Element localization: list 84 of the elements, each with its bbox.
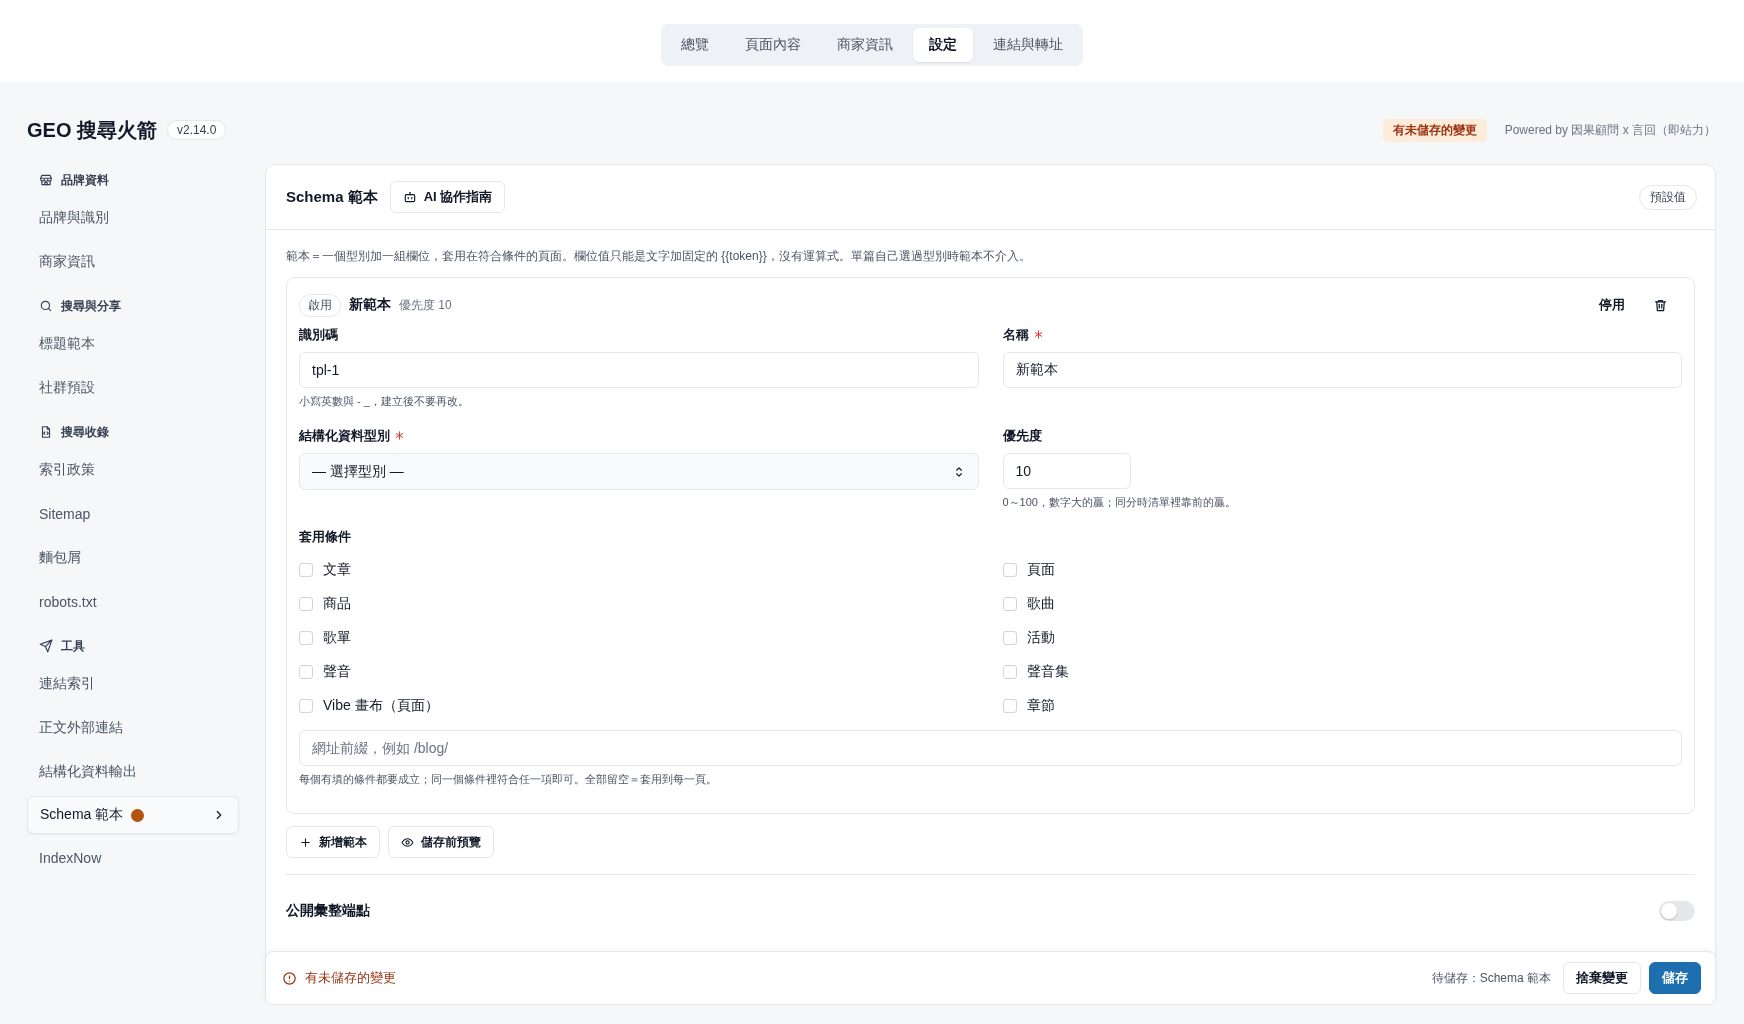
field-hint: 0～100，數字大的贏；同分時清單裡靠前的贏。 <box>1002 495 1237 510</box>
field-label: 優先度 <box>1002 427 1043 445</box>
unsaved-dot <box>131 808 145 822</box>
checkbox[interactable] <box>1002 665 1017 679</box>
sidebar-item[interactable]: 品牌與識別 <box>27 198 239 238</box>
disable-button[interactable]: 停用 <box>1591 292 1633 318</box>
nav-tab[interactable]: 總覽 <box>665 28 725 62</box>
sidebar-item[interactable]: 社群預設 <box>27 368 239 408</box>
checkbox[interactable] <box>1002 631 1017 645</box>
field-hint: 每個有填的條件都要成立；同一個條件裡符合任一項即可。全部留空＝套用到每一頁。 <box>299 772 718 787</box>
section-heading: 工具 <box>61 637 85 655</box>
discard-button[interactable]: 捨棄變更 <box>1563 962 1641 994</box>
code-file-icon <box>39 425 53 439</box>
sidebar-item[interactable]: 麵包屑 <box>27 538 239 578</box>
guide-button[interactable]: AI 協作指南 <box>389 181 506 213</box>
app-title: GEO 搜尋火箭 <box>27 117 157 143</box>
section-heading: 搜尋與分享 <box>61 297 121 315</box>
pending-text: 待儲存：Schema 範本 <box>1431 969 1551 987</box>
robot-icon <box>402 190 417 204</box>
sidebar-item[interactable]: robots.txt <box>27 582 239 622</box>
condition-label: 聲音集 <box>1026 663 1069 681</box>
name-field[interactable]: 新範本 <box>1002 352 1682 388</box>
condition-label: Vibe 畫布（頁面） <box>323 697 439 715</box>
section-heading: 搜尋收錄 <box>61 423 109 441</box>
priority-field[interactable]: 10 <box>1002 453 1131 489</box>
checkbox[interactable] <box>299 597 313 611</box>
condition-label: 頁面 <box>1026 561 1055 579</box>
version-badge: v2.14.0 <box>167 120 227 140</box>
sidebar-item[interactable]: 商家資訊 <box>27 242 239 282</box>
template-name: 新範本 <box>349 296 391 314</box>
endpoint-label: 公開彙整端點 <box>286 902 370 920</box>
condition-label: 歌單 <box>323 629 351 647</box>
checkbox[interactable] <box>299 665 313 679</box>
section-heading: 品牌資料 <box>61 171 109 189</box>
checkbox[interactable] <box>1002 563 1017 577</box>
description-text: 範本＝一個型別加一組欄位，套用在符合條件的頁面。欄位值只能是文字加固定的 {{token}}，沒有運算式。單篇自己選過型別時範本不介入。 <box>286 248 1032 265</box>
checkbox[interactable] <box>1002 597 1017 611</box>
endpoint-toggle[interactable] <box>1659 901 1695 921</box>
id-field[interactable]: tpl-1 <box>299 352 979 388</box>
sidebar-item[interactable]: 索引政策 <box>27 450 239 490</box>
store-icon <box>39 173 53 187</box>
url-prefix-field[interactable]: 網址前綴，例如 /blog/ <box>299 730 1682 766</box>
search-icon <box>39 299 53 313</box>
add-button[interactable]: 新增範本 <box>286 826 380 858</box>
section-label: 套用條件 <box>299 528 352 546</box>
nav-tab[interactable]: 頁面內容 <box>729 28 817 62</box>
condition-label: 歌曲 <box>1026 595 1055 613</box>
panel-title: Schema 範本 <box>286 187 378 207</box>
condition-label: 活動 <box>1026 629 1055 647</box>
field-label: 名稱 <box>1002 326 1682 344</box>
trash-icon <box>1653 297 1668 313</box>
powered-by-text: Powered by 因果顧問 x 言回（即站力） <box>1504 121 1716 139</box>
field-hint: 小寫英數與 - _，建立後不要再改。 <box>299 394 470 409</box>
unsaved-warning: 有未儲存的變更 <box>305 969 396 987</box>
field-label: 結構化資料型別 <box>299 427 979 445</box>
nav-tab[interactable]: 商家資訊 <box>821 28 909 62</box>
condition-label: 聲音 <box>323 663 351 681</box>
preview-button[interactable]: 儲存前預覽 <box>388 826 494 858</box>
plus-icon <box>299 835 312 849</box>
sidebar-item[interactable]: Schema 範本 <box>27 796 239 834</box>
send-icon <box>39 639 53 653</box>
nav-tab[interactable]: 連結與轉址 <box>977 28 1079 62</box>
checkbox[interactable] <box>1002 699 1017 713</box>
condition-label: 章節 <box>1026 697 1055 715</box>
sidebar-item[interactable]: 連結索引 <box>27 664 239 704</box>
priority-text: 優先度 10 <box>399 296 452 314</box>
field-label: 識別碼 <box>299 326 339 344</box>
sidebar-item[interactable]: 結構化資料輸出 <box>27 752 239 792</box>
checkbox[interactable] <box>299 631 313 645</box>
sidebar-item[interactable]: 標題範本 <box>27 324 239 364</box>
type-select[interactable]: — 選擇型別 — <box>299 453 979 490</box>
alert-icon <box>282 970 297 986</box>
unsaved-badge: 有未儲存的變更 <box>1382 118 1487 142</box>
eye-icon <box>401 835 414 849</box>
checkbox[interactable] <box>299 699 313 713</box>
save-button[interactable]: 儲存 <box>1649 962 1701 994</box>
condition-label: 文章 <box>323 561 351 579</box>
checkbox[interactable] <box>299 563 313 577</box>
nav-tab[interactable]: 設定 <box>913 28 973 62</box>
condition-label: 商品 <box>323 595 351 613</box>
sidebar-item[interactable]: IndexNow <box>27 838 239 878</box>
sidebar-item[interactable]: 正文外部連結 <box>27 708 239 748</box>
preset-button[interactable]: 預設值 <box>1639 184 1697 210</box>
sidebar-item[interactable]: Sitemap <box>27 494 239 534</box>
